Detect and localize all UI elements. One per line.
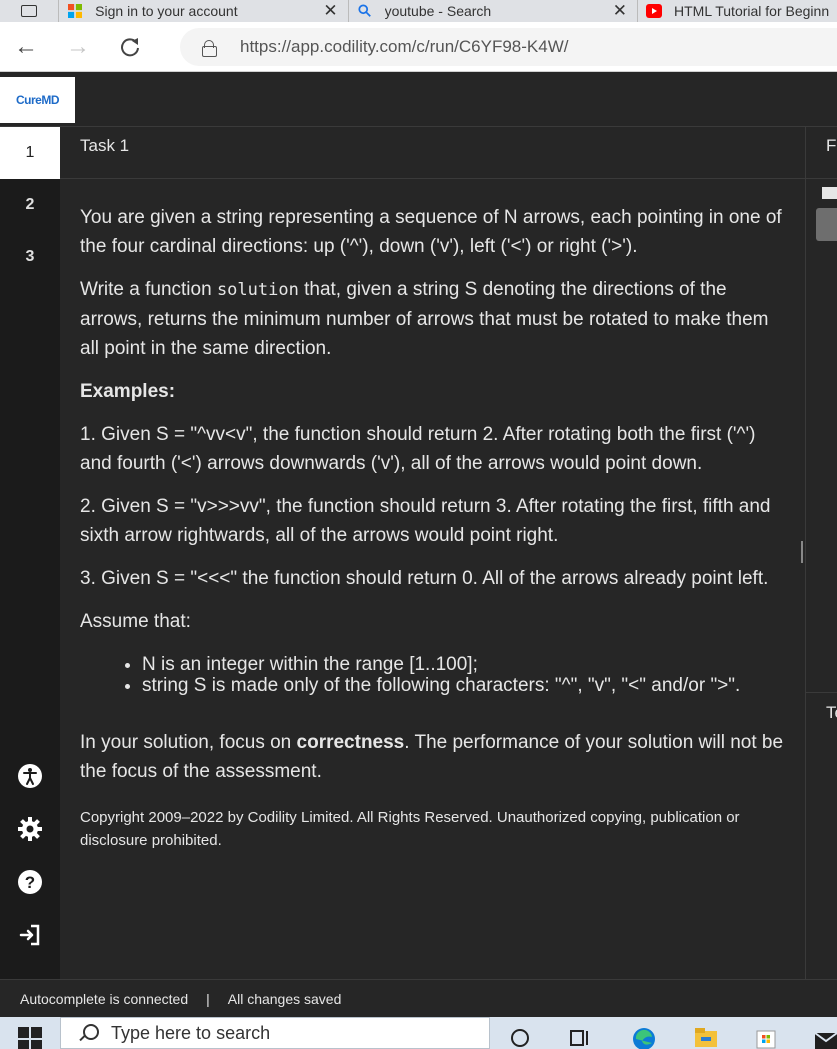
editor-panel-edge: Fi Te bbox=[805, 127, 837, 979]
task-function-description: Write a function solution that, given a … bbox=[80, 275, 790, 363]
function-name: solution bbox=[216, 280, 299, 300]
status-separator: | bbox=[206, 990, 210, 1007]
url-text: https://app.codility.com/c/run/C6YF98-K4… bbox=[240, 37, 569, 56]
close-tab-icon[interactable]: ✕ bbox=[323, 1, 337, 21]
tab-actions-button[interactable] bbox=[0, 0, 58, 22]
youtube-icon bbox=[646, 4, 663, 18]
task-title: Task 1 bbox=[80, 136, 130, 155]
tab-label: Sign in to your account bbox=[95, 3, 238, 19]
search-icon bbox=[79, 1024, 99, 1042]
back-button[interactable]: ← bbox=[0, 22, 52, 72]
edge-browser-icon[interactable] bbox=[630, 1023, 658, 1049]
example-3: 3. Given S = "<<<" the function should r… bbox=[80, 568, 769, 589]
forward-button[interactable]: → bbox=[52, 22, 104, 72]
list-item: string S is made only of the following c… bbox=[142, 675, 790, 696]
text: Write a function bbox=[80, 279, 217, 300]
example-2: 2. Given S = "v>>>vv", the function shou… bbox=[80, 496, 771, 546]
task-nav-rail: 1 2 3 ? bbox=[0, 127, 60, 979]
lock-icon bbox=[202, 40, 217, 57]
tab-html-tutorial[interactable]: HTML Tutorial for Beginners bbox=[637, 0, 837, 22]
task-description-panel: Task 1 You are given a string representi… bbox=[60, 127, 805, 979]
assume-heading: Assume that: bbox=[80, 611, 191, 632]
status-bar: Autocomplete is connected | All changes … bbox=[0, 979, 837, 1017]
files-header-label: Fi bbox=[826, 136, 837, 155]
close-tab-icon[interactable]: ✕ bbox=[613, 1, 627, 21]
reload-icon bbox=[121, 37, 139, 56]
settings-gear-icon[interactable] bbox=[17, 816, 43, 842]
task-nav-item-2[interactable]: 2 bbox=[0, 179, 60, 231]
reload-button[interactable] bbox=[104, 22, 156, 72]
divider bbox=[806, 692, 837, 693]
example-1: 1. Given S = "^vv<v", the function shoul… bbox=[80, 424, 756, 474]
assumptions-list: N is an integer within the range [1..100… bbox=[142, 654, 790, 696]
browser-toolbar: ← → https://app.codility.com/c/run/C6YF9… bbox=[0, 22, 837, 72]
windows-start-icon[interactable] bbox=[18, 1027, 42, 1049]
accessibility-icon[interactable] bbox=[17, 763, 43, 789]
svg-text:?: ? bbox=[25, 873, 35, 892]
folder-icon[interactable] bbox=[822, 187, 837, 199]
task-header: Task 1 bbox=[60, 127, 805, 179]
tab-sign-in[interactable]: Sign in to your account ✕ bbox=[58, 0, 347, 22]
text: In your solution, focus on bbox=[80, 732, 297, 753]
windows-taskbar: Type here to search bbox=[0, 1017, 837, 1049]
copyright-notice: Copyright 2009–2022 by Codility Limited.… bbox=[80, 809, 740, 849]
search-icon bbox=[358, 4, 371, 17]
task-view-icon[interactable] bbox=[566, 1023, 594, 1049]
mail-icon[interactable] bbox=[812, 1023, 837, 1049]
list-item: N is an integer within the range [1..100… bbox=[142, 654, 790, 675]
file-explorer-icon[interactable] bbox=[692, 1023, 720, 1049]
task-intro: You are given a string representing a se… bbox=[80, 207, 782, 257]
back-arrow-icon: ← bbox=[14, 32, 38, 60]
test-cases-header: Te bbox=[826, 703, 837, 722]
microsoft-store-icon[interactable] bbox=[752, 1023, 780, 1049]
sign-in-icon[interactable] bbox=[17, 922, 43, 948]
language-select-button[interactable] bbox=[816, 208, 837, 241]
curemd-logo: CureMD bbox=[0, 77, 75, 123]
task-nav-item-1[interactable]: 1 bbox=[0, 127, 60, 179]
address-bar[interactable]: https://app.codility.com/c/run/C6YF98-K4… bbox=[180, 28, 837, 66]
focus-keyword: correctness bbox=[296, 732, 405, 753]
tab-label: youtube - Search bbox=[384, 3, 492, 19]
app-header: CureMD bbox=[0, 73, 837, 127]
tab-actions-icon bbox=[21, 5, 38, 17]
task-body: You are given a string representing a se… bbox=[80, 203, 790, 866]
files-header: Fi bbox=[806, 127, 837, 179]
forward-arrow-icon: → bbox=[66, 32, 90, 60]
examples-heading: Examples: bbox=[80, 381, 176, 402]
tab-youtube-search[interactable]: youtube - Search ✕ bbox=[347, 0, 637, 22]
focus-note: In your solution, focus on correctness. … bbox=[80, 728, 790, 786]
autocomplete-status: Autocomplete is connected bbox=[20, 990, 189, 1007]
save-status: All changes saved bbox=[227, 990, 342, 1007]
tab-label: HTML Tutorial for Beginners bbox=[674, 3, 830, 19]
microsoft-icon bbox=[68, 4, 83, 18]
cortana-icon[interactable] bbox=[506, 1023, 534, 1049]
task-nav-item-3[interactable]: 3 bbox=[0, 231, 60, 283]
taskbar-search-input[interactable]: Type here to search bbox=[60, 1017, 490, 1049]
logo-text: CureMD bbox=[15, 92, 60, 107]
browser-tab-strip: Sign in to your account ✕ youtube - Sear… bbox=[0, 0, 837, 22]
search-placeholder: Type here to search bbox=[111, 1022, 271, 1043]
help-icon[interactable]: ? bbox=[17, 869, 43, 895]
